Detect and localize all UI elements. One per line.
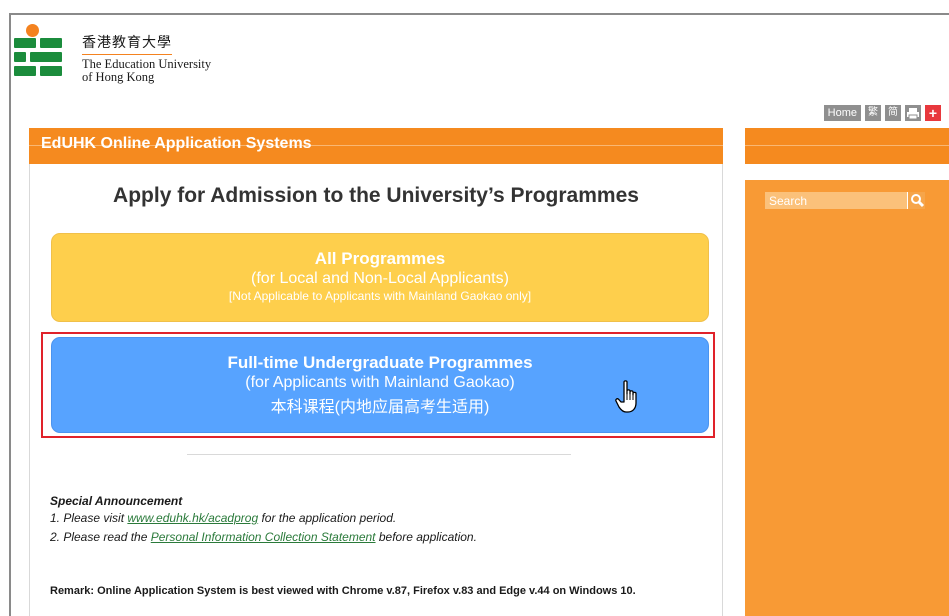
simplified-chinese-link[interactable]: 简 xyxy=(885,105,901,121)
announcement-item-2: 2. Please read the Personal Information … xyxy=(50,530,477,544)
logo-text[interactable]: 香港教育大學 The Education University of Hong … xyxy=(82,32,211,84)
all-programmes-button[interactable]: All Programmes (for Local and Non-Local … xyxy=(51,233,709,322)
all-programmes-subtitle: (for Local and Non-Local Applicants) xyxy=(251,270,509,287)
traditional-chinese-link[interactable]: 繁 xyxy=(865,105,881,121)
undergraduate-programmes-button[interactable]: Full-time Undergraduate Programmes (for … xyxy=(51,337,709,433)
print-icon[interactable] xyxy=(905,105,921,121)
special-announcement: Special Announcement 1. Please visit www… xyxy=(50,494,477,549)
sidebar xyxy=(745,180,949,616)
all-programmes-note: [Not Applicable to Applicants with Mainl… xyxy=(228,289,532,303)
undergraduate-subtitle: (for Applicants with Mainland Gaokao) xyxy=(245,374,515,391)
plus-icon[interactable]: + xyxy=(925,105,941,121)
divider xyxy=(187,454,571,455)
logo-dot xyxy=(26,24,39,37)
logo-chinese-name: 香港教育大學 xyxy=(82,32,172,55)
page-title: Apply for Admission to the University’s … xyxy=(113,184,639,207)
logo-english-line2: of Hong Kong xyxy=(82,70,155,84)
utility-bar: Home 繁 简 + xyxy=(823,105,941,121)
announcement-item-1: 1. Please visit www.eduhk.hk/acadprog fo… xyxy=(50,511,397,525)
pics-link[interactable]: Personal Information Collection Statemen… xyxy=(151,530,376,544)
undergraduate-chinese-title: 本科课程(内地应届高考生适用) xyxy=(270,399,490,416)
eduhk-logo[interactable] xyxy=(14,24,74,84)
home-link[interactable]: Home xyxy=(823,105,861,121)
main-content: Apply for Admission to the University’s … xyxy=(29,164,723,616)
main-header-bar: EdUHK Online Application Systems xyxy=(29,128,723,164)
search-input[interactable] xyxy=(765,192,907,209)
search-icon xyxy=(911,194,925,208)
sidebar-header-bar xyxy=(745,128,949,164)
announcement-heading: Special Announcement xyxy=(50,494,183,508)
page-header-title: EdUHK Online Application Systems xyxy=(41,135,312,152)
browser-remark: Remark: Online Application System is bes… xyxy=(50,585,636,597)
hand-pointer-icon xyxy=(615,380,637,413)
all-programmes-title: All Programmes xyxy=(314,249,446,268)
search-button[interactable] xyxy=(907,192,925,209)
acadprog-link[interactable]: www.eduhk.hk/acadprog xyxy=(127,511,258,525)
undergraduate-title: Full-time Undergraduate Programmes xyxy=(227,353,533,372)
